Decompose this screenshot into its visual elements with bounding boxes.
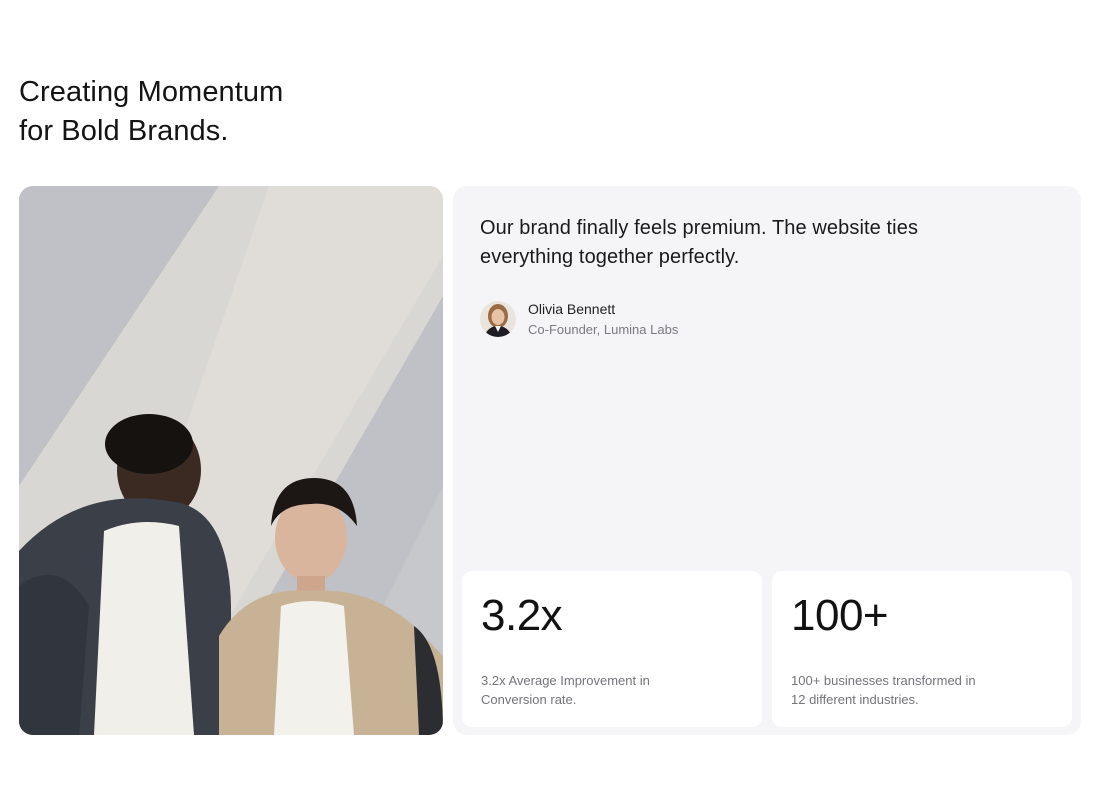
headline-line-2: for Bold Brands.	[19, 115, 229, 147]
team-photo	[19, 186, 443, 735]
author-name: Olivia Bennett	[528, 301, 616, 317]
author-text: Olivia Bennett Co-Founder, Lumina Labs	[528, 300, 678, 338]
stat-card-conversion: 3.2x 3.2x Average Improvement in Convers…	[462, 571, 762, 727]
avatar	[480, 301, 516, 337]
stat-card-businesses: 100+ 100+ businesses transformed in 12 d…	[772, 571, 1072, 727]
stat-description: 3.2x Average Improvement in Conversion r…	[481, 673, 650, 707]
headline-line-1: Creating Momentum	[19, 76, 284, 108]
team-photo-illustration	[19, 186, 443, 735]
testimonial-author: Olivia Bennett Co-Founder, Lumina Labs	[480, 300, 678, 338]
page: Creating Momentum for Bold Brands. Our b…	[0, 0, 1100, 809]
stat-value: 3.2x	[481, 591, 563, 640]
author-role: Co-Founder, Lumina Labs	[528, 322, 679, 337]
page-headline: Creating Momentum for Bold Brands.	[19, 73, 283, 151]
avatar-image	[480, 301, 516, 337]
testimonial-panel: Our brand finally feels premium. The web…	[453, 186, 1081, 735]
stat-description: 100+ businesses transformed in 12 differ…	[791, 673, 976, 707]
testimonial-quote: Our brand finally feels premium. The web…	[480, 217, 919, 268]
stat-value: 100+	[791, 591, 889, 640]
